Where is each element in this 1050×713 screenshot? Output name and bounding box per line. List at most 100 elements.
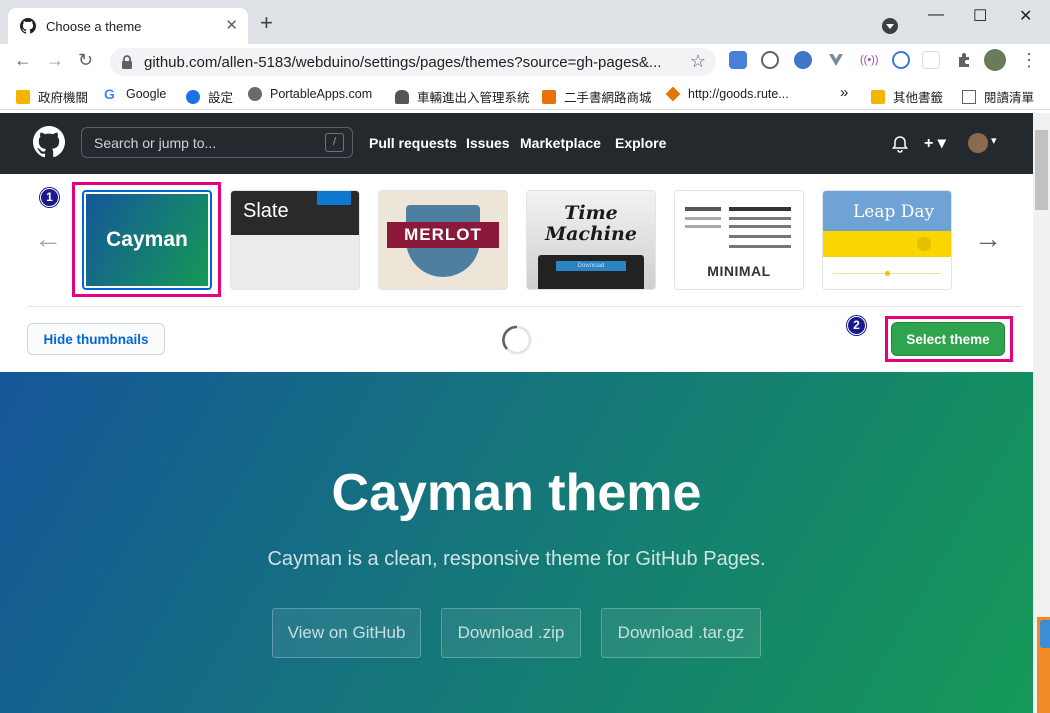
github-header: Search or jump to... / Pull requests Iss… <box>0 113 1033 174</box>
loading-spinner-icon <box>502 325 532 355</box>
bookmark-label: 其他書籤 <box>893 91 944 105</box>
github-logo-icon[interactable] <box>33 126 65 158</box>
minimal-line <box>685 217 721 220</box>
bookmark-item[interactable]: 車輛進出入管理系統 <box>395 87 530 106</box>
reload-button[interactable]: ↻ <box>78 50 93 71</box>
theme-label-merlot: MERLOT <box>387 222 499 248</box>
back-button[interactable]: ← <box>14 50 32 71</box>
browser-tab[interactable]: Choose a theme ✕ <box>8 8 248 44</box>
slash-shortcut-key: / <box>325 133 344 152</box>
time-machine-download: Download <box>556 261 626 271</box>
minimal-line <box>685 207 721 211</box>
extensions-puzzle-icon[interactable] <box>955 51 973 69</box>
theme-thumb-slate[interactable]: Slate <box>230 190 360 290</box>
minimize-button[interactable]: — <box>928 6 944 24</box>
bookmark-item[interactable]: 政府機關 <box>16 87 88 106</box>
minimal-line <box>729 225 791 228</box>
step-badge-1: 1 <box>40 188 59 207</box>
github-favicon-icon <box>20 18 36 34</box>
shop-icon <box>542 89 556 104</box>
bookmark-label: 閱讀清單 <box>984 91 1035 105</box>
hide-thumbnails-button[interactable]: Hide thumbnails <box>27 323 165 355</box>
more-bookmarks-button[interactable]: » <box>840 84 848 101</box>
tab-close-icon[interactable]: ✕ <box>225 18 238 34</box>
theme-thumb-minimal[interactable]: MINIMAL <box>674 190 804 290</box>
close-window-button[interactable]: ✕ <box>1019 6 1032 26</box>
highlight-box-select <box>885 316 1013 362</box>
slate-body <box>231 235 359 289</box>
scrollbar-thumb[interactable] <box>1035 130 1048 210</box>
nav-issues[interactable]: Issues <box>466 135 510 151</box>
prev-theme-arrow-icon[interactable]: ← <box>34 223 62 255</box>
url-text: github.com/allen-5183/webduino/settings/… <box>144 53 662 71</box>
nav-pull-requests[interactable]: Pull requests <box>369 135 457 151</box>
github-search-input[interactable]: Search or jump to... / <box>81 127 353 158</box>
bookmark-item[interactable]: G Google <box>104 87 166 101</box>
bookmark-label: 政府機關 <box>38 91 89 105</box>
hero-title: Cayman theme <box>331 464 702 522</box>
bookmark-item[interactable]: 設定 <box>186 87 233 106</box>
forward-button[interactable]: → <box>46 50 64 71</box>
google-icon: G <box>104 86 115 102</box>
bell-icon[interactable] <box>892 136 908 153</box>
ruten-icon <box>665 86 681 102</box>
bookmark-label: PortableApps.com <box>270 87 373 101</box>
avatar-caret-icon[interactable]: ▾ <box>991 134 997 147</box>
portableapps-icon <box>248 87 262 101</box>
theme-label-time-machine: Time Machine <box>545 202 637 245</box>
bookmark-item[interactable]: 閱讀清單 <box>962 87 1034 106</box>
theme-thumb-leap-day[interactable]: Leap Day <box>822 190 952 290</box>
gear-icon <box>186 89 200 104</box>
reading-list-icon <box>962 89 976 104</box>
download-targz-button[interactable]: Download .tar.gz <box>601 608 761 658</box>
theme-preview-hero: Cayman theme Cayman is a clean, responsi… <box>0 372 1033 713</box>
minimal-line <box>729 207 791 211</box>
minimal-line <box>729 235 791 238</box>
hero-subtitle: Cayman is a clean, responsive theme for … <box>267 548 766 570</box>
bookmarks-bar: 政府機關 G Google 設定 PortableApps.com 車輛進出入管理… <box>0 80 1050 110</box>
address-bar[interactable]: github.com/allen-5183/webduino/settings/… <box>110 48 716 76</box>
step-badge-2: 2 <box>847 316 866 335</box>
tab-search-icon[interactable] <box>882 18 898 34</box>
folder-icon <box>871 89 885 104</box>
chat-widget-icon[interactable] <box>1040 620 1050 648</box>
maximize-button[interactable]: ☐ <box>973 6 987 26</box>
new-tab-button[interactable]: + <box>260 12 273 34</box>
create-new-dropdown[interactable]: + ▾ <box>924 133 946 153</box>
bookmark-star-icon[interactable]: ☆ <box>690 51 706 72</box>
highlight-box-cayman <box>72 182 221 297</box>
bookmark-item[interactable]: 其他書籤 <box>871 87 943 106</box>
bookmark-item[interactable]: PortableApps.com <box>248 87 372 101</box>
theme-thumb-time-machine[interactable]: Time Machine Download <box>526 190 656 290</box>
user-avatar[interactable] <box>968 133 988 153</box>
next-theme-arrow-icon[interactable]: → <box>974 223 1002 255</box>
share-extension-icon[interactable] <box>892 51 910 69</box>
ext-blue-icon[interactable] <box>794 51 812 69</box>
leap-day-dot <box>885 271 890 276</box>
theme-thumb-merlot[interactable]: MERLOT <box>378 190 508 290</box>
leap-day-emblem <box>917 237 931 251</box>
search-placeholder: Search or jump to... <box>94 134 217 151</box>
nav-explore[interactable]: Explore <box>615 135 666 151</box>
theme-label-leap-day: Leap Day <box>823 191 951 231</box>
browser-tab-bar: Choose a theme ✕ + — ☐ ✕ <box>0 0 1050 44</box>
line-extension-icon[interactable] <box>761 51 779 69</box>
slate-ribbon <box>317 191 351 205</box>
bookmark-label: 車輛進出入管理系統 <box>417 91 530 105</box>
lock-icon <box>122 55 132 69</box>
bookmark-item[interactable]: 二手書網路商城 <box>542 87 652 106</box>
cast-extension-icon[interactable]: ((•)) <box>860 51 879 69</box>
download-zip-button[interactable]: Download .zip <box>441 608 581 658</box>
nav-marketplace[interactable]: Marketplace <box>520 135 601 151</box>
translate-extension-icon[interactable] <box>729 51 747 69</box>
vue-extension-icon[interactable] <box>827 51 845 69</box>
profile-avatar[interactable] <box>984 49 1006 71</box>
theme-label-minimal: MINIMAL <box>707 263 771 279</box>
bookmark-label: Google <box>126 87 167 101</box>
view-on-github-button[interactable]: View on GitHub <box>272 608 421 658</box>
browser-menu-icon[interactable]: ⋮ <box>1020 50 1038 71</box>
bookmark-item[interactable]: http://goods.rute... <box>665 86 789 102</box>
minimal-line <box>729 217 791 220</box>
no-ads-extension-icon[interactable] <box>922 51 940 69</box>
minimal-line <box>729 245 791 248</box>
